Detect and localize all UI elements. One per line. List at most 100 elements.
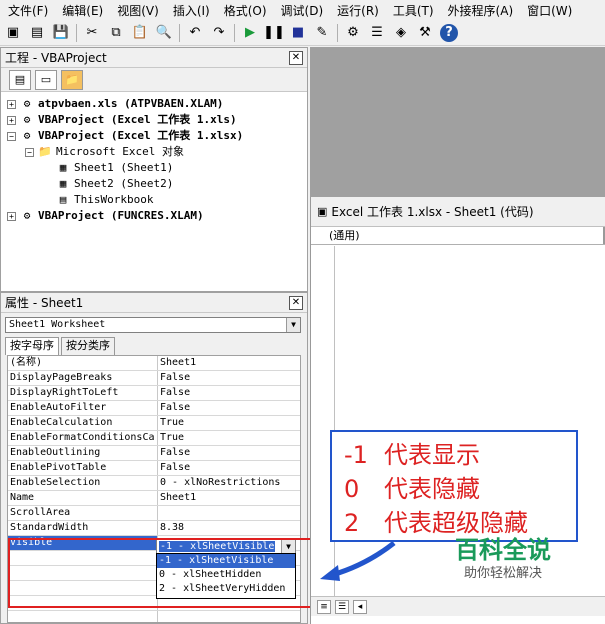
property-row[interactable]: Name Sheet1 bbox=[8, 491, 300, 506]
property-value[interactable]: 0 - xlNoRestrictions bbox=[158, 476, 300, 490]
pause-icon[interactable]: ❚❚ bbox=[263, 24, 285, 42]
watermark-title: 百科全说 bbox=[455, 536, 551, 564]
full-module-view-icon[interactable]: ☰ bbox=[335, 599, 349, 614]
view-code-icon[interactable]: ▤ bbox=[9, 69, 31, 90]
undo-icon[interactable]: ↶ bbox=[186, 24, 204, 42]
code-view-toggles: ≡ ☰ ◂ bbox=[311, 596, 605, 616]
property-value[interactable]: False bbox=[158, 446, 300, 460]
project-explorer-icon[interactable]: ⚙ bbox=[344, 24, 362, 42]
tree-node[interactable]: + ⚙ VBAProject (FUNCRES.XLAM) bbox=[7, 208, 307, 224]
project-close-icon[interactable]: ✕ bbox=[289, 50, 303, 65]
property-value[interactable]: Sheet1 bbox=[158, 491, 300, 505]
menu-item[interactable]: 调试(D) bbox=[281, 2, 324, 19]
property-value[interactable] bbox=[158, 506, 300, 520]
menu-item[interactable]: 编辑(E) bbox=[62, 2, 103, 19]
cut-icon[interactable]: ✂ bbox=[83, 24, 101, 42]
paste-icon[interactable]: 📋 bbox=[131, 24, 149, 42]
sheet-icon: ▦ bbox=[59, 177, 67, 190]
properties-close-icon[interactable]: ✕ bbox=[289, 295, 303, 310]
property-row[interactable]: ScrollArea bbox=[8, 506, 300, 521]
tab-categorized[interactable]: 按分类序 bbox=[61, 337, 115, 355]
chevron-down-icon[interactable]: ▼ bbox=[286, 318, 300, 332]
tree-node[interactable]: + ⚙ atpvbaen.xls (ATPVBAEN.XLAM) bbox=[7, 96, 307, 112]
tree-node-label: atpvbaen.xls (ATPVBAEN.XLAM) bbox=[38, 97, 224, 110]
visible-option[interactable]: 2 - xlSheetVeryHidden bbox=[157, 582, 295, 596]
object-combo[interactable]: (通用) bbox=[311, 227, 605, 245]
object-browser-icon[interactable]: ◈ bbox=[392, 24, 410, 42]
property-value[interactable]: 8.38 bbox=[158, 521, 300, 535]
code-title-bar: ▣ Excel 工作表 1.xlsx - Sheet1 (代码) bbox=[311, 197, 605, 227]
property-row[interactable]: (名称) Sheet1 bbox=[8, 356, 300, 371]
project-title-bar: 工程 - VBAProject ✕ bbox=[1, 48, 307, 68]
toggle-folders-icon[interactable]: 📁 bbox=[61, 69, 83, 90]
property-row[interactable]: StandardWidth 8.38 bbox=[8, 521, 300, 536]
property-name: EnableCalculation bbox=[8, 416, 158, 430]
property-value[interactable]: Sheet1 bbox=[158, 356, 300, 370]
property-row[interactable]: EnableCalculation True bbox=[8, 416, 300, 431]
chevron-down-icon[interactable]: ▼ bbox=[281, 540, 295, 553]
toolbox-icon[interactable]: ⚒ bbox=[416, 24, 434, 42]
property-value[interactable]: True bbox=[158, 416, 300, 430]
menu-item[interactable]: 文件(F) bbox=[8, 2, 48, 19]
menu-item[interactable]: 外接程序(A) bbox=[448, 2, 514, 19]
menu-item[interactable]: 视图(V) bbox=[117, 2, 159, 19]
menu-item[interactable]: 格式(O) bbox=[224, 2, 267, 19]
visible-dropdown[interactable]: -1 - xlSheetVisible ▼ bbox=[156, 539, 296, 554]
copy-icon[interactable]: ⧉ bbox=[107, 24, 125, 42]
expand-icon[interactable]: + bbox=[7, 211, 16, 221]
arrow-icon bbox=[320, 541, 396, 581]
menu-item[interactable]: 工具(T) bbox=[393, 2, 434, 19]
tree-node[interactable]: ▦ Sheet2 (Sheet2) bbox=[7, 176, 307, 192]
reset-icon[interactable]: ■ bbox=[289, 24, 307, 42]
object-select[interactable]: Sheet1 Worksheet ▼ bbox=[5, 317, 301, 333]
toolbar-separator bbox=[337, 23, 338, 42]
tab-alphabetic[interactable]: 按字母序 bbox=[5, 337, 59, 355]
property-value[interactable]: False bbox=[158, 461, 300, 475]
tree-node[interactable]: ▦ Sheet1 (Sheet1) bbox=[7, 160, 307, 176]
property-row[interactable]: EnableOutlining False bbox=[8, 446, 300, 461]
tree-node[interactable]: − ⚙ VBAProject (Excel 工作表 1.xlsx) bbox=[7, 128, 307, 144]
property-row[interactable]: EnableAutoFilter False bbox=[8, 401, 300, 416]
excel-icon[interactable]: ▣ bbox=[4, 24, 22, 42]
menu-item[interactable]: 运行(R) bbox=[337, 2, 379, 19]
insert-module-icon[interactable]: ▤ bbox=[28, 24, 46, 42]
annotation-text: 代表隐藏 bbox=[384, 475, 480, 503]
property-row[interactable]: EnablePivotTable False bbox=[8, 461, 300, 476]
menu-item[interactable]: 插入(I) bbox=[173, 2, 210, 19]
visible-option[interactable]: -1 - xlSheetVisible bbox=[157, 554, 295, 568]
project-explorer: 工程 - VBAProject ✕ ▤ ▭ 📁 + ⚙ atpvbaen.xls (… bbox=[0, 47, 308, 292]
view-object-icon[interactable]: ▭ bbox=[35, 69, 57, 90]
collapse-icon[interactable]: − bbox=[7, 131, 16, 141]
find-icon[interactable]: 🔍 bbox=[155, 24, 173, 42]
property-row[interactable]: DisplayRightToLeft False bbox=[8, 386, 300, 401]
menu-item[interactable]: 窗口(W) bbox=[527, 2, 572, 19]
collapse-icon[interactable]: − bbox=[25, 147, 34, 157]
property-value[interactable]: False bbox=[158, 401, 300, 415]
property-value[interactable]: False bbox=[158, 371, 300, 385]
design-mode-icon[interactable]: ✎ bbox=[313, 24, 331, 42]
visible-option[interactable]: 0 - xlSheetHidden bbox=[157, 568, 295, 582]
redo-icon[interactable]: ↷ bbox=[210, 24, 228, 42]
property-value[interactable]: True bbox=[158, 431, 300, 445]
properties-title-bar: 属性 - Sheet1 ✕ bbox=[1, 293, 307, 313]
tree-node[interactable]: − 📁 Microsoft Excel 对象 bbox=[7, 144, 307, 160]
tree-node[interactable]: ▤ ThisWorkbook bbox=[7, 192, 307, 208]
watermark-subtitle: 助你轻松解决 bbox=[463, 566, 542, 581]
expand-icon[interactable]: + bbox=[7, 115, 16, 125]
property-row[interactable]: EnableFormatConditionsCa True bbox=[8, 431, 300, 446]
help-icon[interactable]: ? bbox=[440, 23, 458, 42]
object-select-value: Sheet1 Worksheet bbox=[9, 319, 106, 330]
properties-icon[interactable]: ☰ bbox=[368, 24, 386, 42]
annotation-value: 0 bbox=[344, 475, 360, 503]
excel-icon: ▣ bbox=[317, 205, 328, 218]
property-row[interactable]: DisplayPageBreaks False bbox=[8, 371, 300, 386]
save-icon[interactable]: 💾 bbox=[52, 24, 70, 42]
run-icon[interactable]: ▶ bbox=[241, 24, 259, 42]
property-value[interactable]: False bbox=[158, 386, 300, 400]
property-row[interactable]: EnableSelection 0 - xlNoRestrictions bbox=[8, 476, 300, 491]
tree-node[interactable]: + ⚙ VBAProject (Excel 工作表 1.xls) bbox=[7, 112, 307, 128]
scroll-left-icon[interactable]: ◂ bbox=[353, 599, 367, 614]
procedure-view-icon[interactable]: ≡ bbox=[317, 599, 331, 614]
expand-icon[interactable]: + bbox=[7, 99, 16, 109]
workspace-background bbox=[310, 47, 605, 197]
